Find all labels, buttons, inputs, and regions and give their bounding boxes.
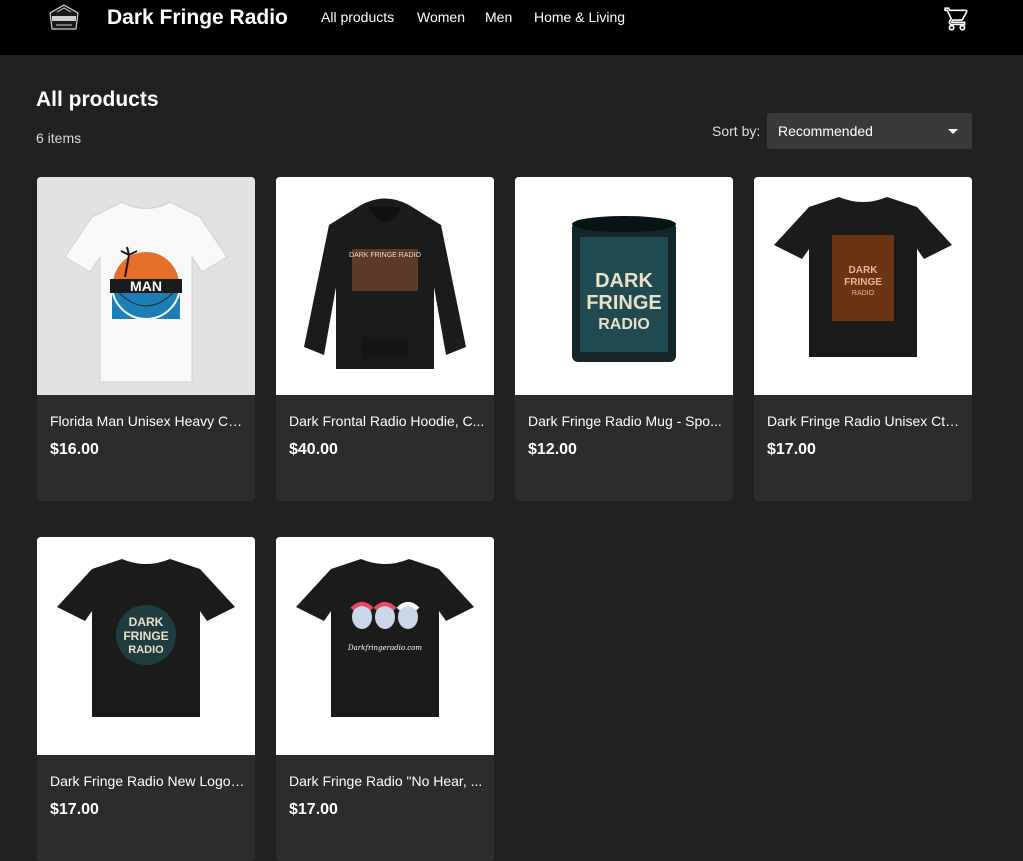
product-title[interactable]: Dark Fringe Radio Mug - Spo... [528,413,724,429]
product-card-cthulhu-tee[interactable]: DARK FRINGE RADIO Dark Fringe Radio Unis… [754,177,972,501]
product-card-new-logo-tee[interactable]: DARK FRINGE RADIO Dark Fringe Radio New … [37,537,255,861]
svg-text:DARK: DARK [595,270,653,292]
dark-fringe-logo[interactable] [47,3,81,33]
product-price: $17.00 [767,441,816,458]
product-title[interactable]: Florida Man Unisex Heavy Co... [50,413,246,429]
svg-text:RADIO: RADIO [852,290,875,297]
svg-text:DARK FRINGE RADIO: DARK FRINGE RADIO [349,252,422,259]
nav-all-products[interactable]: All products [321,9,394,25]
product-price: $17.00 [50,801,99,818]
svg-text:DARK: DARK [129,615,164,629]
product-card-no-hear-tee[interactable]: Darkfringeradio.com Dark Fringe Radio "N… [276,537,494,861]
sort-label: Sort by: [712,123,761,139]
product-image[interactable]: MAN [37,177,255,395]
svg-text:FRINGE: FRINGE [586,292,662,314]
svg-text:DARK: DARK [849,265,879,276]
product-image[interactable]: DARK FRINGE RADIO [276,177,494,395]
caret-down-icon [948,129,958,134]
product-title[interactable]: Dark Fringe Radio "No Hear, ... [289,773,485,789]
sort-selected-value: Recommended [778,123,873,139]
product-title[interactable]: Dark Fringe Radio Unisex Cth... [767,413,963,429]
product-card-florida-man[interactable]: MAN Florida Man Unisex Heavy Co... $16.0… [37,177,255,501]
nav-home-living[interactable]: Home & Living [534,9,625,25]
svg-text:MAN: MAN [130,278,162,294]
product-image[interactable]: DARK FRINGE RADIO [37,537,255,755]
product-price: $40.00 [289,441,338,458]
product-card-hoodie[interactable]: DARK FRINGE RADIO Dark Frontal Radio Hoo… [276,177,494,501]
svg-text:FRINGE: FRINGE [844,277,882,288]
nav-men[interactable]: Men [485,9,512,25]
page-title: All products [36,88,159,111]
shopping-cart-icon[interactable] [944,6,970,32]
product-price: $12.00 [528,441,577,458]
product-image[interactable]: Darkfringeradio.com [276,537,494,755]
product-price: $16.00 [50,441,99,458]
product-image[interactable]: DARK FRINGE RADIO [754,177,972,395]
sort-dropdown[interactable]: Recommended [767,113,972,149]
top-navigation-bar: Dark Fringe Radio All products Women Men… [0,0,1023,55]
product-title[interactable]: Dark Frontal Radio Hoodie, C... [289,413,485,429]
product-price: $17.00 [289,801,338,818]
product-image-text: Darkfringeradio.com [347,644,422,652]
svg-text:RADIO: RADIO [128,644,164,656]
nav-women[interactable]: Women [417,9,465,25]
brand-title[interactable]: Dark Fringe Radio [107,6,288,30]
svg-text:RADIO: RADIO [598,316,650,333]
product-card-mug[interactable]: DARK FRINGE RADIO Dark Fringe Radio Mug … [515,177,733,501]
product-image[interactable]: DARK FRINGE RADIO [515,177,733,395]
svg-text:FRINGE: FRINGE [123,629,168,643]
product-title[interactable]: Dark Fringe Radio New Logo ... [50,773,246,789]
item-count: 6 items [36,130,82,146]
